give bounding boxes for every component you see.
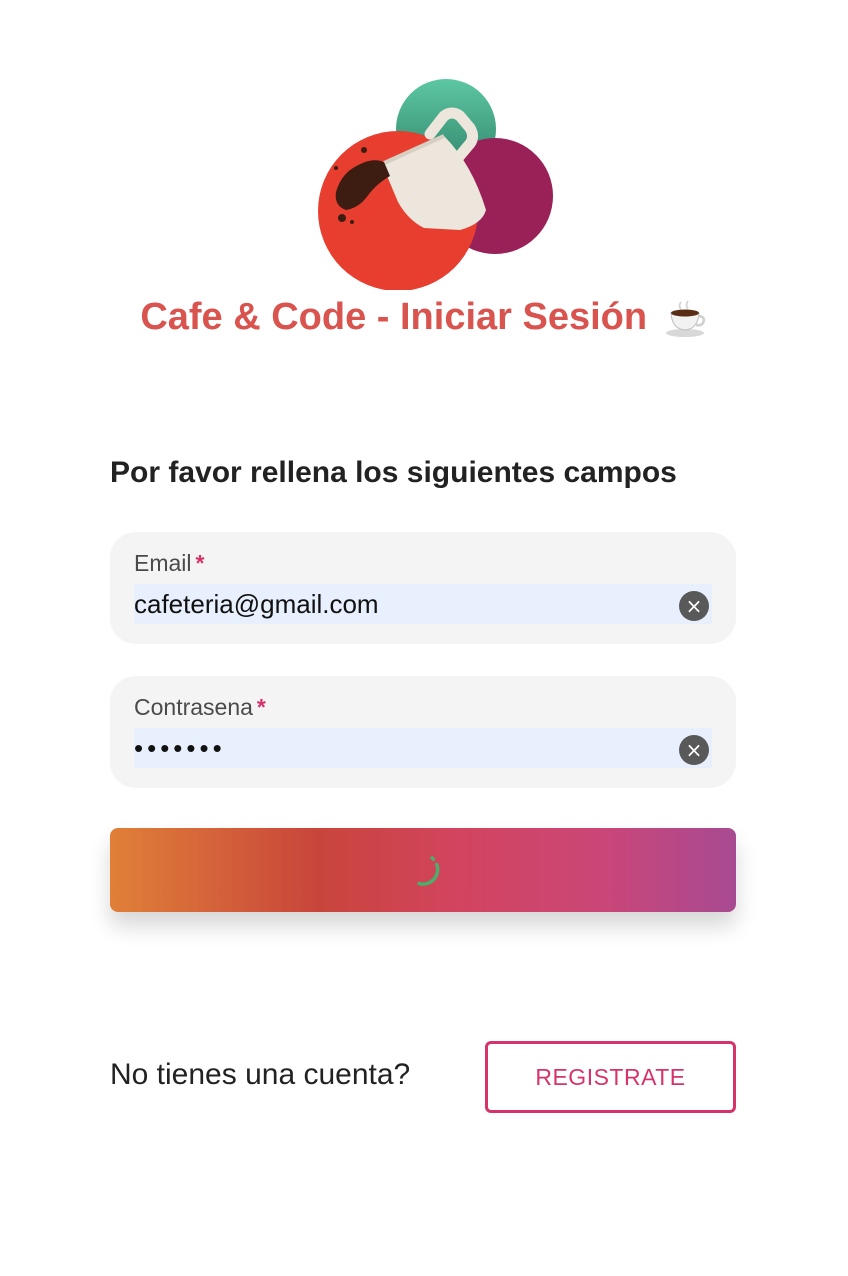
email-label-text: Email — [134, 550, 192, 576]
coffee-mug-splash-logo — [318, 79, 553, 291]
clear-password-button[interactable]: × — [679, 735, 709, 765]
signup-question: No tienes una cuenta? — [110, 1058, 411, 1091]
page-title: Cafe & Code - Iniciar Sesión — [0, 296, 848, 339]
email-input[interactable]: cafeteria@gmail.com — [134, 584, 712, 624]
password-label-text: Contrasena — [134, 694, 253, 720]
form-instructions: Por favor rellena los siguientes campos — [110, 456, 677, 489]
coffee-cup-icon — [664, 299, 708, 339]
app-logo — [312, 72, 562, 291]
login-submit-button[interactable] — [110, 828, 736, 912]
email-field[interactable]: Email * cafeteria@gmail.com × — [110, 532, 736, 644]
password-input[interactable]: ••••••• — [134, 728, 712, 768]
register-button[interactable]: REGISTRATE — [485, 1041, 736, 1113]
password-label: Contrasena * — [134, 694, 266, 721]
email-label: Email * — [134, 550, 204, 577]
required-marker: * — [256, 694, 266, 720]
loading-spinner-icon — [406, 850, 446, 890]
clear-email-button[interactable]: × — [679, 591, 709, 621]
password-field[interactable]: Contrasena * ••••••• × — [110, 676, 736, 788]
required-marker: * — [195, 550, 205, 576]
page-title-text: Cafe & Code - Iniciar Sesión — [140, 296, 648, 338]
